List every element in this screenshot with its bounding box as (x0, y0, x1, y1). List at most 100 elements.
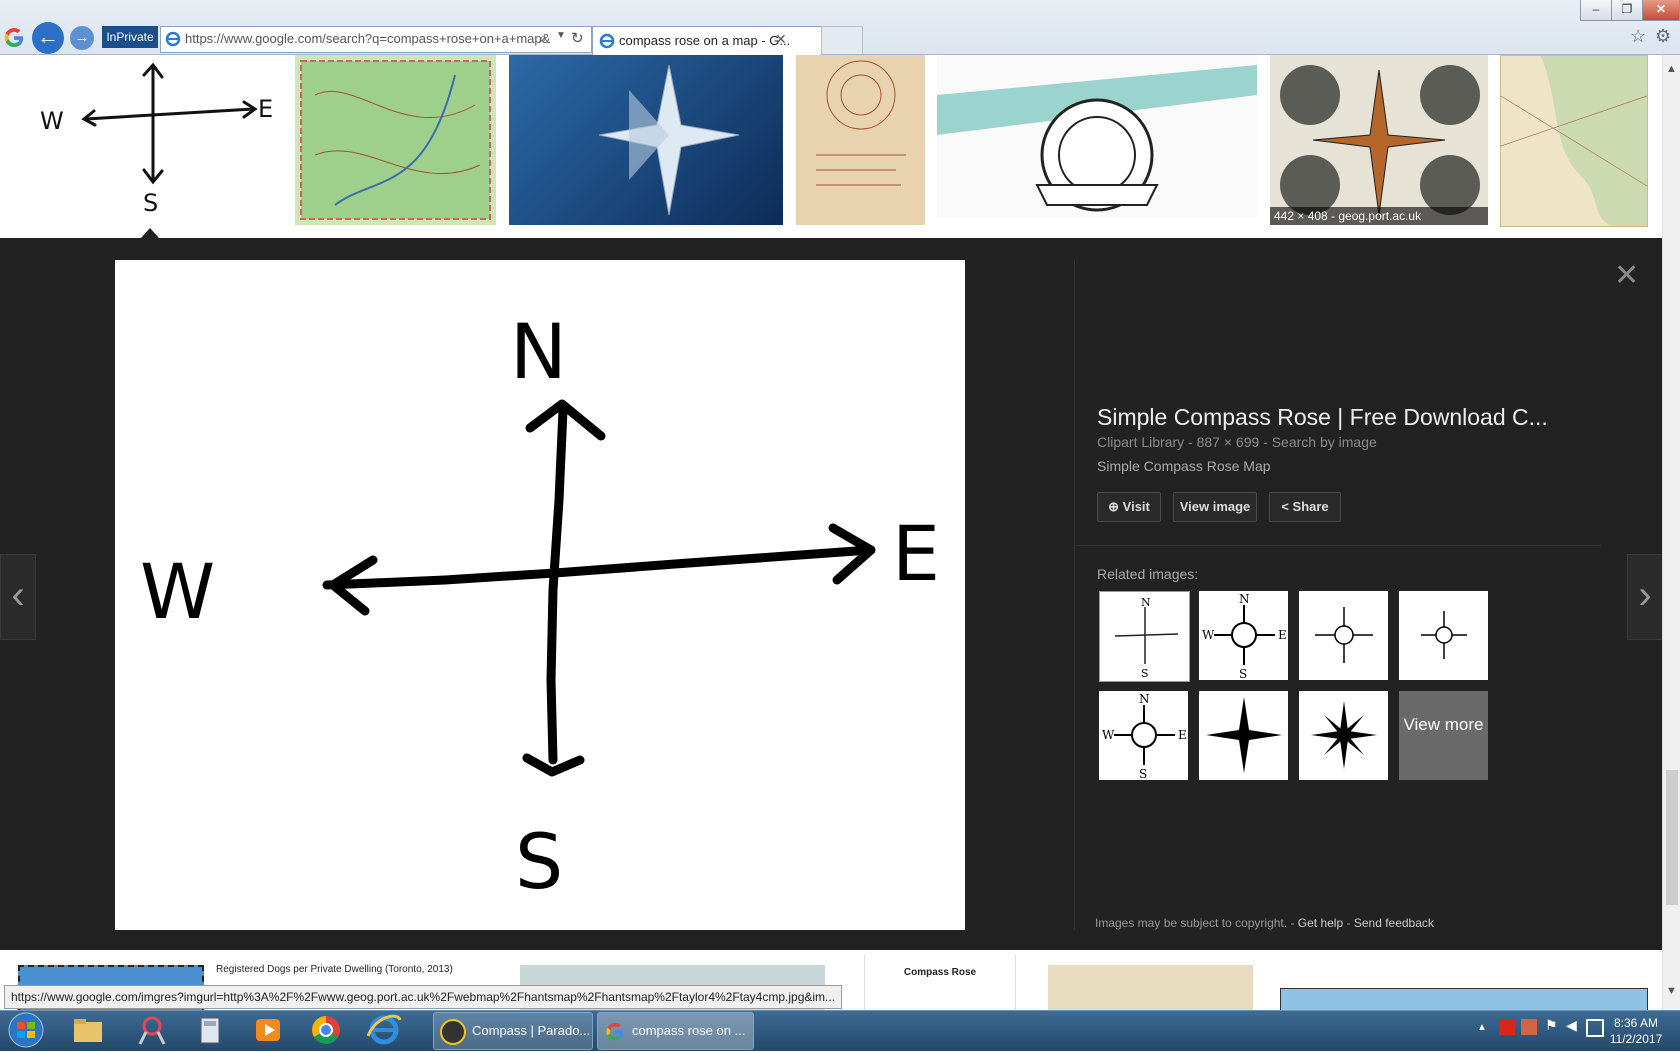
thumb-topo-map[interactable] (295, 55, 496, 225)
related-image[interactable]: NS (1099, 591, 1190, 682)
image-subtitle: Simple Compass Rose Map (1097, 458, 1271, 474)
footer-separator: - (1290, 916, 1295, 930)
inprivate-badge: InPrivate (102, 26, 158, 48)
scroll-down-icon[interactable]: ▼ (1666, 985, 1677, 997)
dropdown-arrow-icon[interactable]: ▼ (556, 30, 566, 41)
internet-explorer-icon[interactable] (362, 1012, 406, 1048)
visit-button[interactable]: ⊕ Visit (1097, 492, 1161, 522)
maximize-button[interactable]: ❐ (1611, 0, 1643, 21)
share-label: Share (1292, 499, 1329, 514)
start-button-icon[interactable] (4, 1012, 48, 1048)
main-e-letter: E (892, 509, 940, 598)
favorites-star-icon[interactable]: ☆ (1630, 26, 1646, 47)
viewer-divider (1074, 260, 1075, 930)
related-image[interactable]: N W E S (1099, 691, 1188, 781)
clock-date: 11/2/2017 (1609, 1032, 1663, 1046)
scroll-up-icon[interactable]: ▲ (1666, 63, 1677, 75)
network-flag-icon[interactable]: ⚑ (1545, 1017, 1558, 1034)
rel-n-letter: N (1139, 692, 1150, 706)
search-icon[interactable]: ⌕ (539, 30, 547, 47)
footer-separator: - (1346, 916, 1351, 930)
system-clock[interactable]: 8:36 AM 11/2/2017 (1608, 1015, 1664, 1047)
new-tab-button[interactable] (821, 26, 863, 54)
view-image-button[interactable]: View image (1173, 492, 1257, 522)
related-images-label: Related images: (1097, 566, 1199, 582)
media-player-icon[interactable] (246, 1012, 290, 1048)
address-bar[interactable]: https://www.google.com/search?q=compass+… (160, 26, 592, 53)
taskbar-task-google[interactable]: compass rose on ... (597, 1012, 754, 1050)
back-arrow-icon[interactable]: ← (32, 22, 64, 54)
image-meta: Clipart Library - 887 × 699 - Search by … (1097, 434, 1377, 450)
close-window-button[interactable]: ✕ (1642, 0, 1680, 21)
related-image[interactable] (1399, 591, 1488, 680)
thumb-ornate-compass[interactable]: 442 × 408 - geog.port.ac.uk (1270, 55, 1488, 225)
thumb-parchment-bottom[interactable] (1048, 965, 1253, 1010)
thumb-dogs-map-title[interactable]: Registered Dogs per Private Dwelling (To… (216, 964, 453, 975)
snipping-tool-icon[interactable] (130, 1012, 174, 1048)
image-title[interactable]: Simple Compass Rose | Free Download C... (1097, 404, 1577, 431)
address-text[interactable]: https://www.google.com/search?q=compass+… (185, 31, 550, 46)
main-s-letter: S (515, 817, 563, 906)
chrome-icon[interactable] (304, 1012, 348, 1048)
show-hidden-icons-arrow-icon[interactable]: ▲ (1477, 1022, 1487, 1033)
send-feedback-link[interactable]: Send feedback (1354, 916, 1434, 930)
rel-s-letter: S (1139, 767, 1147, 780)
ie-tab-icon (599, 33, 615, 49)
forward-arrow-icon[interactable]: → (70, 26, 94, 50)
view-more-tile[interactable]: View more (1399, 691, 1488, 780)
tab-title: compass rose on a map - G... (619, 33, 791, 48)
refresh-icon[interactable]: ↻ (571, 29, 584, 47)
thumb-canal-heritage[interactable] (937, 55, 1257, 217)
status-bar-url: https://www.google.com/imgres?imgurl=htt… (4, 985, 843, 1009)
main-image-preview[interactable]: N W E S (115, 260, 965, 930)
ie-page-icon (165, 31, 181, 47)
get-help-link[interactable]: Get help (1298, 916, 1343, 930)
thumb-s-letter: S (143, 189, 158, 217)
related-image[interactable] (1199, 691, 1288, 780)
related-image[interactable] (1299, 691, 1388, 780)
thumb-caption: 442 × 408 - geog.port.ac.uk (1270, 207, 1488, 225)
page-scrollbar[interactable]: ▲ ▼ (1662, 55, 1680, 1010)
compass-rose-doc-title: Compass Rose (903, 967, 977, 978)
calculator-icon[interactable] (188, 1012, 232, 1048)
rel-n-letter: N (1239, 592, 1250, 606)
related-image[interactable] (1299, 591, 1388, 680)
source-name[interactable]: Clipart Library (1097, 434, 1184, 450)
image-dimensions: 887 × 699 (1196, 434, 1260, 450)
search-by-image-link[interactable]: Search by image (1272, 434, 1377, 450)
network-monitor-icon[interactable] (1586, 1019, 1604, 1037)
related-image[interactable]: N W E S (1199, 591, 1288, 681)
thumb-blue-compass[interactable] (509, 55, 783, 225)
taskbar-task-compass[interactable]: Compass | Parado... (433, 1012, 593, 1050)
rel-s-letter: S (1141, 667, 1149, 680)
tab-active[interactable]: compass rose on a map - G... ✕ (592, 26, 822, 55)
task-label: compass rose on ... (632, 1023, 746, 1038)
file-explorer-icon[interactable] (66, 1012, 110, 1048)
thumb-parchment-map[interactable] (796, 55, 925, 225)
meta-separator: - (1263, 434, 1268, 450)
acrobat-tray-icon[interactable] (1499, 1019, 1515, 1035)
minimize-button[interactable]: – (1580, 0, 1612, 21)
rel-s-letter: S (1239, 667, 1247, 680)
selection-pointer (141, 228, 159, 238)
main-w-letter: W (140, 547, 215, 636)
viewer-footer: Images may be subject to copyright. - Ge… (1095, 916, 1434, 930)
rel-e-letter: E (1178, 728, 1187, 742)
scrollbar-thumb[interactable] (1666, 770, 1678, 905)
tab-close-icon[interactable]: ✕ (775, 31, 787, 48)
settings-gear-icon[interactable]: ⚙ (1655, 26, 1671, 47)
close-viewer-icon[interactable]: ✕ (1614, 258, 1639, 293)
rel-e-letter: E (1278, 628, 1287, 642)
visit-label: Visit (1122, 499, 1150, 514)
previous-image-arrow-icon[interactable]: ‹ (0, 554, 36, 640)
thumb-compass-rose-doc[interactable]: Compass Rose (864, 955, 1016, 1010)
volume-speaker-icon[interactable]: ◀ (1566, 1017, 1577, 1034)
task-label: Compass | Parado... (472, 1023, 591, 1038)
tray-app-icon[interactable] (1521, 1019, 1537, 1035)
main-n-letter: N (510, 307, 567, 396)
thumb-world-map[interactable] (1280, 988, 1648, 1012)
next-image-arrow-icon[interactable]: › (1627, 554, 1663, 640)
thumb-selected-compass[interactable]: W E S (18, 55, 278, 225)
thumb-coast-map[interactable] (1500, 55, 1648, 227)
share-button[interactable]: < Share (1269, 492, 1341, 522)
